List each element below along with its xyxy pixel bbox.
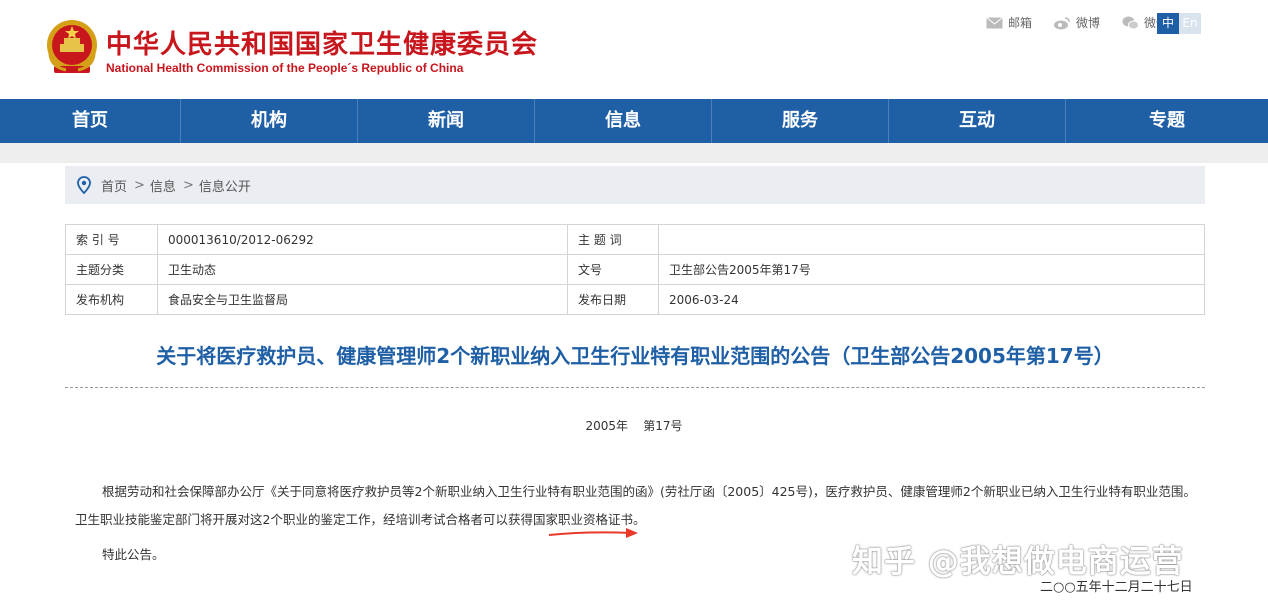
dashed-divider [65, 387, 1205, 388]
meta-label: 文号 [567, 254, 659, 285]
top-link-label: 微博 [1075, 16, 1100, 30]
weibo-icon [1053, 16, 1070, 29]
breadcrumb-separator: > [134, 177, 145, 193]
nav-item-news[interactable]: 新闻 [358, 99, 535, 143]
meta-label: 发布日期 [567, 284, 659, 315]
main-nav: 首页 机构 新闻 信息 服务 互动 专题 [0, 99, 1268, 143]
site-header: 中华人民共和国国家卫生健康委员会 National Health Commiss… [0, 0, 1268, 99]
site-title-cn: 中华人民共和国国家卫生健康委员会 [106, 30, 539, 60]
breadcrumb-information[interactable]: 信息 [150, 176, 176, 195]
nav-item-topics[interactable]: 专题 [1066, 99, 1268, 143]
meta-label: 主题分类 [65, 254, 158, 285]
document-signed-date: 二○○五年十二月二十七日 [1040, 580, 1193, 595]
nav-shadow-band [0, 143, 1268, 163]
zhihu-watermark: 知乎 @我想做电商运营 [852, 544, 1184, 580]
meta-value: 食品安全与卫生监督局 [157, 284, 568, 315]
language-switch: 中 En [1157, 13, 1201, 34]
table-row: 索 引 号 000013610/2012-06292 主 题 词 [65, 224, 1205, 255]
breadcrumb-separator: > [182, 177, 194, 193]
meta-value [658, 224, 1205, 255]
document-title: 关于将医疗救护员、健康管理师2个新职业纳入卫生行业特有职业范围的公告（卫生部公告… [156, 344, 1114, 368]
breadcrumb: 首页 > 信息 > 信息公开 [65, 166, 1205, 204]
meta-value: 卫生部公告2005年第17号 [658, 254, 1205, 285]
nav-item-information[interactable]: 信息 [535, 99, 712, 143]
document-number: 2005年 第17号 [585, 419, 683, 433]
lang-en-button[interactable]: En [1179, 13, 1201, 34]
table-row: 主题分类 卫生动态 文号 卫生部公告2005年第17号 [65, 254, 1205, 285]
top-link-mail[interactable]: 邮箱 [986, 14, 1032, 31]
nav-item-services[interactable]: 服务 [712, 99, 889, 143]
nav-item-organization[interactable]: 机构 [181, 99, 358, 143]
site-title-en: National Health Commission of the People… [106, 61, 464, 75]
meta-value: 卫生动态 [157, 254, 568, 285]
document-meta-table: 索 引 号 000013610/2012-06292 主 题 词 主题分类 卫生… [65, 224, 1205, 315]
wechat-icon [1122, 16, 1139, 29]
national-emblem-icon [47, 20, 97, 73]
breadcrumb-home[interactable]: 首页 [101, 176, 127, 195]
mail-icon [986, 16, 1003, 28]
nav-item-interaction[interactable]: 互动 [889, 99, 1066, 143]
document-closing: 特此公告。 [102, 547, 165, 562]
nav-item-home[interactable]: 首页 [0, 99, 181, 143]
meta-label: 索 引 号 [65, 224, 158, 255]
meta-value: 2006-03-24 [658, 284, 1205, 315]
meta-label: 主 题 词 [567, 224, 659, 255]
location-pin-icon [77, 176, 91, 194]
top-link-label: 邮箱 [1007, 16, 1032, 30]
document-body: 根据劳动和社会保障部办公厅《关于同意将医疗救护员等2个新职业纳入卫生行业特有职业… [75, 484, 1196, 527]
breadcrumb-info-disclosure[interactable]: 信息公开 [199, 176, 251, 195]
meta-label: 发布机构 [65, 284, 158, 315]
lang-zh-button[interactable]: 中 [1157, 13, 1179, 34]
meta-value: 000013610/2012-06292 [157, 224, 568, 255]
top-link-weibo[interactable]: 微博 [1053, 14, 1100, 31]
table-row: 发布机构 食品安全与卫生监督局 发布日期 2006-03-24 [65, 284, 1205, 315]
top-links: 邮箱 微博 微信 [986, 14, 1168, 31]
red-arrow-annotation-icon [548, 528, 638, 538]
